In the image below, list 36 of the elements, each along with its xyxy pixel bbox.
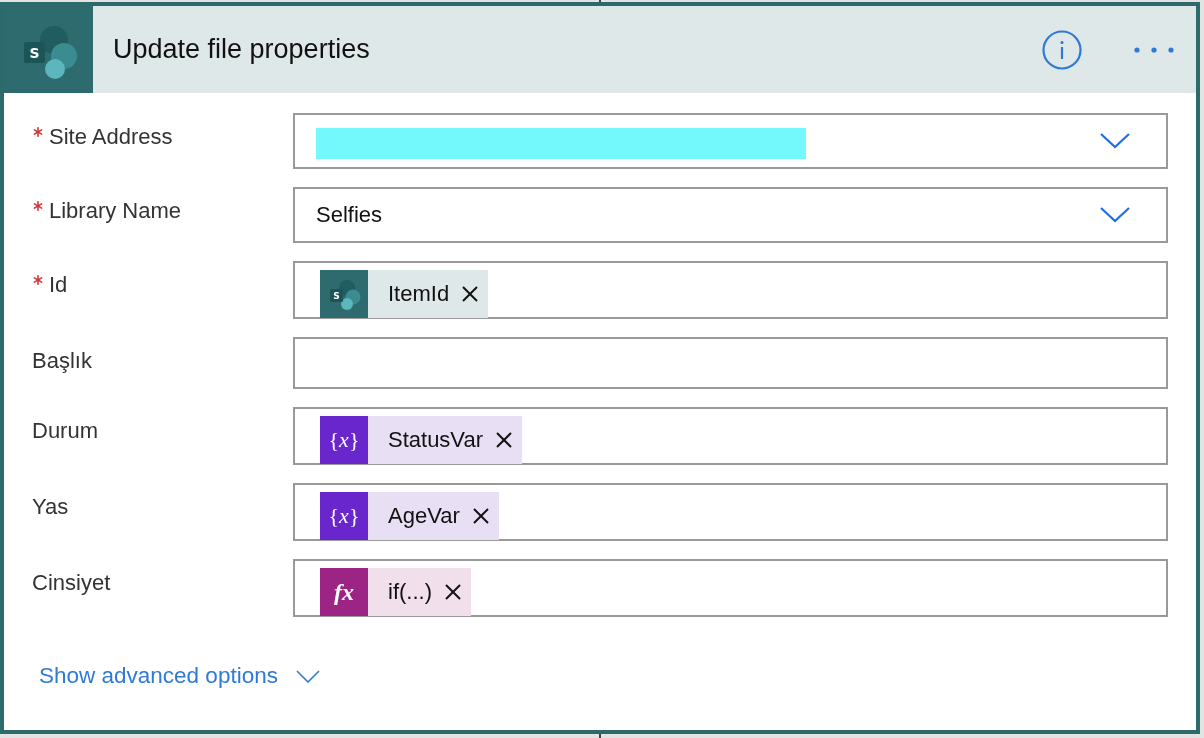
more-icon [1134, 46, 1174, 53]
token-label: if(...) [388, 579, 432, 605]
dropdown-field[interactable]: Selfies [293, 187, 1168, 243]
token-label: AgeVar [388, 503, 460, 529]
text-field[interactable] [293, 337, 1168, 389]
variable-icon: {x} [320, 492, 368, 540]
field-label: Durum [32, 418, 98, 444]
remove-icon[interactable] [445, 584, 461, 600]
field-label: Library Name [49, 198, 182, 224]
info-button[interactable] [1040, 27, 1084, 72]
field-label: Cinsiyet [32, 570, 111, 596]
dropdown-field[interactable] [293, 113, 1168, 169]
variable-icon: {x} [320, 416, 368, 464]
token-field[interactable]: fx if(...) [293, 559, 1168, 617]
token-field[interactable]: {x} StatusVar [293, 407, 1168, 465]
chevron-down-icon [1100, 133, 1130, 149]
remove-icon[interactable] [462, 286, 479, 302]
chevron-down-icon [1100, 207, 1130, 223]
app-logo-icon: S [320, 270, 368, 318]
token-field[interactable]: {x} AgeVar [293, 483, 1168, 541]
token-label: ItemId [388, 281, 450, 307]
field-label: Yas [32, 494, 69, 520]
app-logo-icon: S [4, 6, 93, 93]
field-value: Selfies [316, 202, 383, 228]
remove-icon[interactable] [496, 432, 512, 448]
show-advanced-options-link[interactable]: Show advanced options [39, 659, 320, 693]
function-icon: fx [320, 568, 368, 616]
field-label: Id [49, 272, 68, 298]
info-icon [1042, 29, 1082, 70]
card-title: Update file properties [113, 34, 371, 65]
chevron-down-icon [295, 669, 320, 683]
remove-icon[interactable] [472, 508, 489, 524]
token-label: StatusVar [388, 427, 483, 453]
token-field[interactable]: S ItemId [293, 261, 1168, 319]
field-label: Site Address [49, 124, 173, 150]
field-label: Başlık [32, 348, 92, 374]
